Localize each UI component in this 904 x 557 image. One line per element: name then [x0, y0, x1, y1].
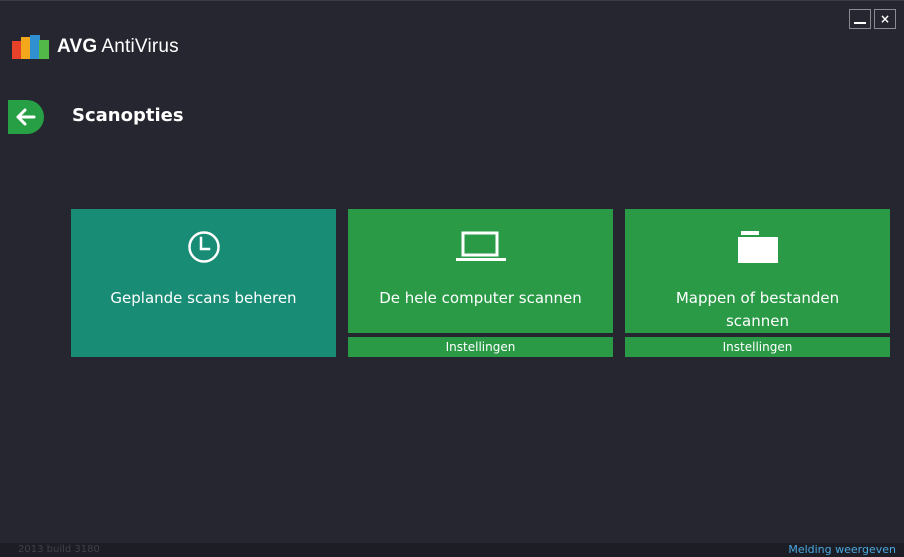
arrow-left-icon — [16, 108, 36, 126]
folder-icon — [737, 231, 778, 263]
page-title: Scanopties — [72, 105, 184, 126]
tile-icon-wrap — [735, 227, 781, 267]
back-button[interactable] — [8, 100, 44, 134]
build-info: 2013 build 3180 — [18, 544, 100, 555]
app-title: AVG AntiVirus — [57, 36, 179, 58]
tile-label: Mappen of bestanden scannen — [675, 289, 840, 330]
close-button[interactable]: × — [874, 9, 896, 29]
avg-logo-icon — [12, 35, 50, 59]
app-title-bold: AVG — [57, 36, 98, 57]
tile-label: Geplande scans beheren — [110, 289, 297, 307]
tile-icon-wrap — [452, 227, 510, 267]
scheduled-scans-tile[interactable]: Geplande scans beheren — [71, 209, 336, 357]
app-window: × AVG AntiVirus Scanopties Geplande scans… — [0, 0, 904, 557]
folders-files-scan-tile[interactable]: Mappen of bestanden scannen — [625, 209, 890, 333]
minimize-button[interactable] — [849, 9, 871, 29]
clock-icon — [187, 231, 220, 263]
window-controls: × — [849, 9, 896, 29]
close-icon: × — [879, 12, 891, 26]
minimize-icon — [854, 22, 866, 24]
show-notification-link[interactable]: Melding weergeven — [788, 543, 896, 557]
app-brand: AVG AntiVirus — [12, 35, 179, 59]
tile-label: De hele computer scannen — [379, 289, 582, 307]
folders-scan-settings-button[interactable]: Instellingen — [625, 337, 890, 357]
status-bar: 2013 build 3180 Melding weergeven — [0, 543, 904, 557]
app-title-rest: AntiVirus — [101, 36, 179, 57]
laptop-icon — [455, 231, 506, 261]
tile-icon-wrap — [187, 227, 221, 267]
full-scan-settings-button[interactable]: Instellingen — [348, 337, 613, 357]
full-computer-scan-tile[interactable]: De hele computer scannen — [348, 209, 613, 333]
